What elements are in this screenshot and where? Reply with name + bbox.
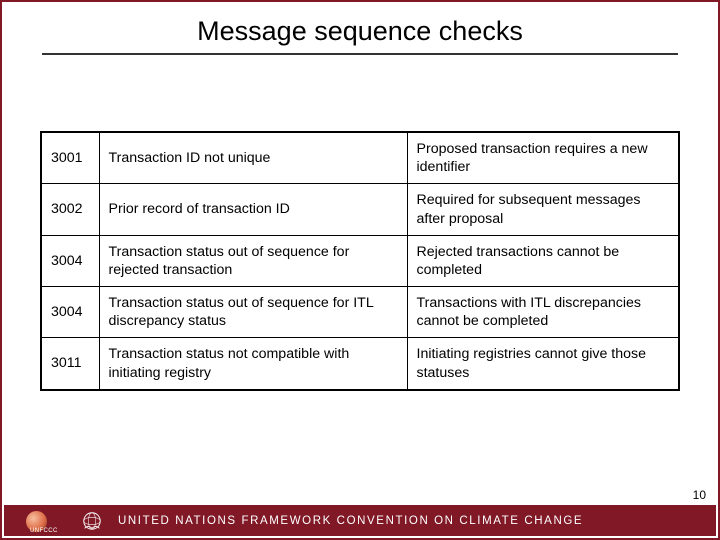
page-number: 10 bbox=[693, 488, 706, 502]
table-row: 3001 Transaction ID not unique Proposed … bbox=[41, 132, 679, 184]
check-description: Transaction ID not unique bbox=[99, 132, 407, 184]
slide-title: Message sequence checks bbox=[42, 16, 678, 53]
check-description: Transaction status out of sequence for I… bbox=[99, 287, 407, 338]
check-code: 3011 bbox=[41, 338, 99, 390]
footer-bar: UNFCCC UNITED NATIONS FRAMEWORK CONVENTI… bbox=[4, 505, 716, 536]
un-emblem-icon bbox=[80, 509, 104, 533]
table-row: 3011 Transaction status not compatible w… bbox=[41, 338, 679, 390]
check-code: 3004 bbox=[41, 235, 99, 286]
check-note: Proposed transaction requires a new iden… bbox=[407, 132, 679, 184]
footer-org-name: UNITED NATIONS FRAMEWORK CONVENTION ON C… bbox=[118, 515, 583, 527]
check-code: 3004 bbox=[41, 287, 99, 338]
check-note: Initiating registries cannot give those … bbox=[407, 338, 679, 390]
check-code: 3001 bbox=[41, 132, 99, 184]
check-note: Required for subsequent messages after p… bbox=[407, 184, 679, 235]
check-description: Prior record of transaction ID bbox=[99, 184, 407, 235]
check-description: Transaction status out of sequence for r… bbox=[99, 235, 407, 286]
check-description: Transaction status not compatible with i… bbox=[99, 338, 407, 390]
table-row: 3002 Prior record of transaction ID Requ… bbox=[41, 184, 679, 235]
check-note: Transactions with ITL discrepancies cann… bbox=[407, 287, 679, 338]
check-note: Rejected transactions cannot be complete… bbox=[407, 235, 679, 286]
checks-table: 3001 Transaction ID not unique Proposed … bbox=[40, 131, 680, 391]
unfccc-abbrev: UNFCCC bbox=[30, 528, 58, 534]
check-code: 3002 bbox=[41, 184, 99, 235]
table-row: 3004 Transaction status out of sequence … bbox=[41, 287, 679, 338]
table-row: 3004 Transaction status out of sequence … bbox=[41, 235, 679, 286]
unfccc-logo-icon: UNFCCC bbox=[26, 509, 64, 532]
